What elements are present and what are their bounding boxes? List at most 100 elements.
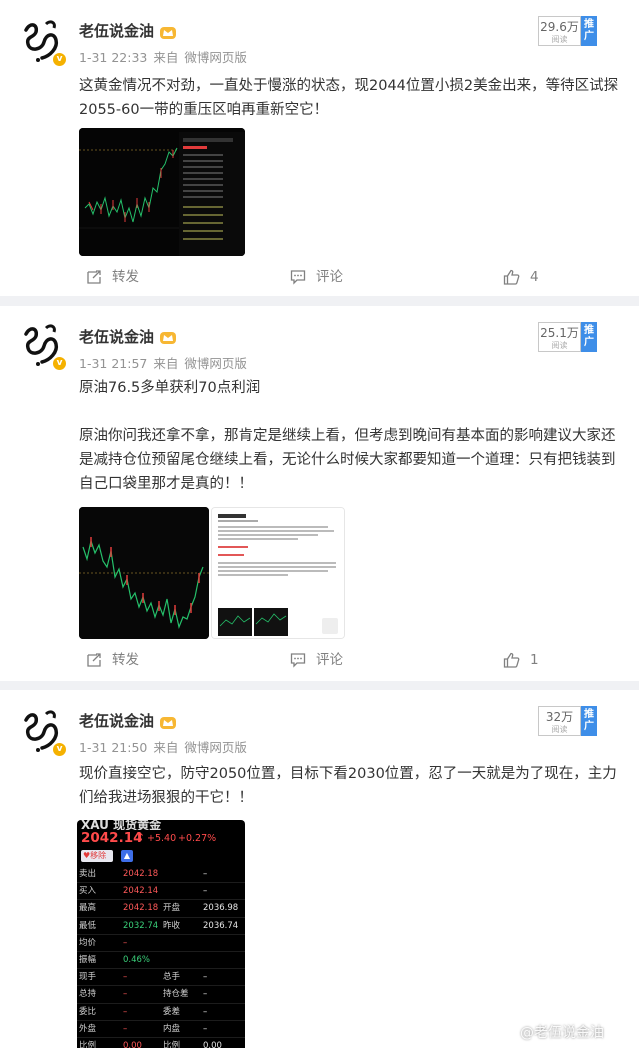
post-text: 现价直接空它，防守2050位置，目标下看2030位置，忍了一天就是为了现在，主力… xyxy=(79,766,617,806)
quote-row: 均价 – xyxy=(77,935,245,952)
thumbs-up-icon xyxy=(503,652,520,668)
quote-cell-v1: – xyxy=(123,1023,128,1034)
repost-button[interactable]: 转发 xyxy=(86,645,139,675)
quote-cell-k1: 均价 xyxy=(79,937,97,948)
post-meta: 1-31 22:33 来自 微博网页版 xyxy=(79,47,253,66)
bell-icon[interactable]: ▲ xyxy=(121,850,133,862)
quote-cell-v2: – xyxy=(203,1023,208,1034)
read-label: 阅读 xyxy=(551,35,568,44)
promote-button[interactable]: 推广 xyxy=(581,16,597,46)
quote-cell-k1: 振幅 xyxy=(79,954,97,965)
quote-cell-v1: – xyxy=(123,989,128,1000)
quote-row: 振幅 0.46% xyxy=(77,952,245,970)
quote-cell-k2: 持仓差 xyxy=(163,989,189,1000)
verified-badge-icon: v xyxy=(52,356,67,371)
quote-row: 最高 2042.18 开盘 2036.98 xyxy=(77,900,245,918)
quote-cell-k1: 最低 xyxy=(79,920,97,931)
quote-row: 比例 0.00 比例 0.00 xyxy=(77,1038,245,1048)
quote-row: 总持 – 持仓差 – xyxy=(77,986,245,1004)
watermark: @老伍说金油 xyxy=(520,1025,604,1041)
post-text: 这黄金情况不对劲，一直处于慢涨的状态，现2044位置小损2美金出来，等待区试探2… xyxy=(79,78,619,118)
read-count-box: 29.6万 阅读 xyxy=(538,16,581,46)
quote-cell-v2: – xyxy=(203,989,208,1000)
post-image-quote[interactable]: XAU 现货黄金 2042.14 ↑ +5.40 +0.27% ♥移除 ▲ 卖出… xyxy=(77,820,245,1048)
quote-up-arrow-icon: ↑ xyxy=(136,831,146,844)
post-text-line1: 原油76.5多单获利70点利润 xyxy=(79,380,261,396)
read-count: 32万 xyxy=(545,710,574,724)
quote-cell-k1: 最高 xyxy=(79,903,97,914)
quote-cell-k1: 比例 xyxy=(79,1040,97,1048)
quote-cell-v1: 0.00 xyxy=(123,1040,142,1048)
quote-cell-v1: – xyxy=(123,937,128,948)
quote-cell-k1: 委比 xyxy=(79,1006,97,1017)
post-card: v 老伍说金油 1-31 21:57 来自 微博网页版 25.1万 阅读 推广 原油… xyxy=(0,306,639,681)
watch-button[interactable]: ♥移除 xyxy=(81,850,113,862)
quote-row: 最低 2032.74 昨收 2036.74 xyxy=(77,918,245,935)
quote-row: 现手 – 总手 – xyxy=(77,969,245,987)
quote-cell-k1: 卖出 xyxy=(79,869,97,879)
quote-cell-k1: 现手 xyxy=(79,972,97,983)
comment-button[interactable]: 评论 xyxy=(290,262,343,292)
quote-table: 卖出 2042.18 – 买入 2042.14 – 最高 2042.18 开盘 2036.98 最低… xyxy=(77,866,245,1048)
post-time[interactable]: 1-31 22:33 xyxy=(79,50,147,65)
username[interactable]: 老伍说金油 xyxy=(79,20,154,41)
comment-label: 评论 xyxy=(316,652,343,668)
quote-change: +5.40 xyxy=(147,833,177,844)
like-count: 4 xyxy=(530,269,539,285)
quote-cell-v2: 0.00 xyxy=(203,1040,222,1048)
quote-cell-v1: 2042.18 xyxy=(123,869,159,879)
quote-cell-k2: 比例 xyxy=(163,1040,181,1048)
repost-label: 转发 xyxy=(112,652,139,668)
quote-cell-v1: 2042.14 xyxy=(123,886,159,897)
like-button[interactable]: 1 xyxy=(503,645,539,675)
quote-cell-k2: 开盘 xyxy=(163,903,181,914)
read-label: 阅读 xyxy=(551,341,568,350)
repost-button[interactable]: 转发 xyxy=(86,262,139,292)
read-count-box: 25.1万 阅读 xyxy=(538,322,581,352)
quote-row: 委比 – 委差 – xyxy=(77,1004,245,1021)
like-button[interactable]: 4 xyxy=(503,262,539,292)
quote-row: 卖出 2042.18 – xyxy=(77,866,245,884)
promote-button[interactable]: 推广 xyxy=(581,706,597,736)
quote-title: XAU 现货黄金 xyxy=(81,820,162,830)
quote-cell-k1: 总持 xyxy=(79,989,97,1000)
quote-cell-k2: 委差 xyxy=(163,1006,181,1017)
action-bar: 转发 评论 4 xyxy=(0,262,639,292)
post-image[interactable] xyxy=(79,128,245,256)
source-prefix: 来自 xyxy=(153,50,179,65)
post-source: 微博网页版 xyxy=(184,740,247,755)
quote-cell-v2: – xyxy=(203,972,208,983)
quote-cell-v2: – xyxy=(203,1006,208,1017)
quote-cell-v1: 2032.74 xyxy=(123,920,159,931)
quote-cell-v2: – xyxy=(203,869,208,879)
quote-cell-k2: 昨收 xyxy=(163,920,181,931)
post-source: 微博网页版 xyxy=(184,356,247,371)
repost-label: 转发 xyxy=(112,269,139,285)
post-image[interactable] xyxy=(79,507,209,639)
post-image[interactable] xyxy=(211,507,345,639)
read-label: 阅读 xyxy=(551,725,568,734)
comment-label: 评论 xyxy=(316,269,343,285)
quote-cell-k2: 总手 xyxy=(163,972,181,983)
post-meta: 1-31 21:50 来自 微博网页版 xyxy=(79,737,253,756)
crown-badge-icon xyxy=(160,332,176,344)
promote-button[interactable]: 推广 xyxy=(581,322,597,352)
comment-button[interactable]: 评论 xyxy=(290,645,343,675)
verified-badge-icon: v xyxy=(52,52,67,67)
post-time[interactable]: 1-31 21:50 xyxy=(79,740,147,755)
comment-icon xyxy=(290,653,306,668)
quote-cell-v2: – xyxy=(203,886,208,897)
post-card: v 老伍说金油 1-31 22:33 来自 微博网页版 29.6万 阅读 推广 这黄… xyxy=(0,0,639,296)
post-card: v 老伍说金油 1-31 21:50 来自 微博网页版 32万 阅读 推广 现价直接… xyxy=(0,690,639,1048)
repost-icon xyxy=(87,270,101,284)
post-source: 微博网页版 xyxy=(184,50,247,65)
quote-cell-v1: 0.46% xyxy=(123,954,151,965)
read-count-box: 32万 阅读 xyxy=(538,706,581,736)
comment-icon xyxy=(290,270,306,285)
quote-cell-v2: 2036.74 xyxy=(203,920,239,931)
quote-cell-k2: 内盘 xyxy=(163,1023,181,1034)
username[interactable]: 老伍说金油 xyxy=(79,710,154,731)
watch-label: 移除 xyxy=(90,851,107,860)
post-time[interactable]: 1-31 21:57 xyxy=(79,356,147,371)
username[interactable]: 老伍说金油 xyxy=(79,326,154,347)
